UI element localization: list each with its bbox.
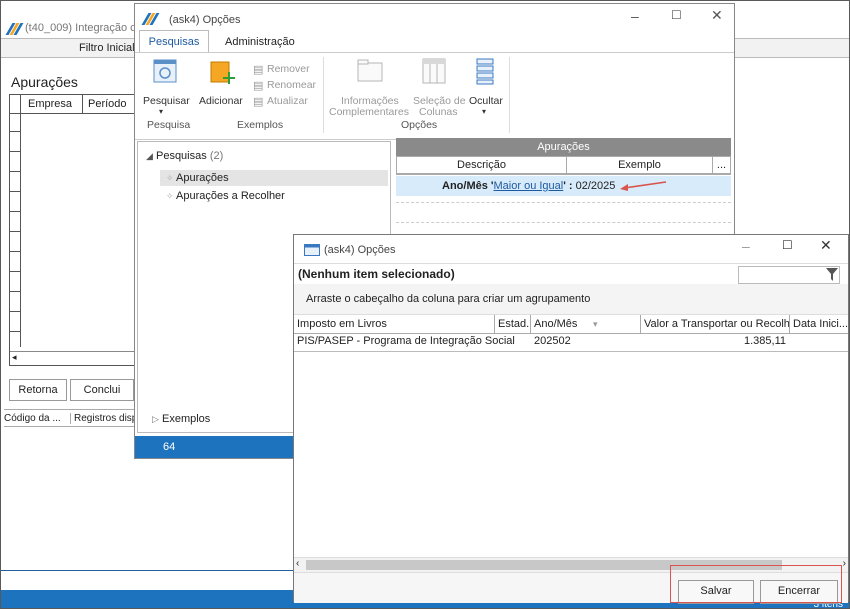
grid-window-icon — [304, 244, 320, 256]
status-value: 64 — [163, 441, 176, 453]
minimize-icon[interactable]: – — [742, 238, 750, 254]
col-valor-transportar[interactable]: Valor a Transportar ou Recolher — [641, 315, 790, 333]
filter-row[interactable]: Ano/Mês 'Maior ou Igual' : 02/2025 — [396, 176, 731, 196]
conclui-button[interactable]: Conclui — [70, 379, 134, 401]
filter-value[interactable]: 02/2025 — [576, 180, 616, 192]
close-icon[interactable]: ✕ — [820, 237, 832, 254]
opcoes-window-title: (ask4) Opções — [169, 14, 241, 26]
apuracoes-panel-header: Apurações — [396, 138, 731, 156]
maximize-icon[interactable]: ☐ — [782, 238, 793, 252]
dialog-title: (ask4) Opções — [324, 244, 396, 256]
apuracoes-grid[interactable]: Empresa Período ◂ — [9, 94, 139, 366]
ribbon: Pesquisar ▾ Adicionar ▤ Remover ▤ Renome… — [135, 52, 734, 140]
close-icon[interactable]: ✕ — [711, 7, 723, 24]
app-logo-icon — [141, 13, 160, 25]
rename-icon: ▤ — [253, 80, 264, 92]
columns-icon — [422, 58, 446, 84]
folder-icon — [357, 59, 383, 82]
scroll-left-icon[interactable]: ‹ — [296, 558, 299, 569]
retorna-button[interactable]: Retorna — [9, 379, 67, 401]
col-more-button[interactable]: ... — [712, 156, 731, 174]
group-pesquisa: Pesquisa — [147, 119, 191, 131]
grid-horizontal-scrollbar[interactable]: ◂ — [10, 351, 138, 366]
cell-valor: 1.385,11 — [743, 335, 786, 347]
sort-chevron-icon: ▾ — [593, 319, 598, 329]
back-status-bar: Código da ... Registros disp — [4, 409, 144, 427]
grid-header: Empresa Período — [10, 95, 138, 114]
col-estado[interactable]: Estad... — [495, 315, 531, 333]
remove-icon: ▤ — [253, 64, 264, 76]
filter-operator-link[interactable]: Maior ou Igual — [494, 180, 564, 192]
apuracoes-heading: Apurações — [11, 74, 78, 90]
tree-leaf-icon: ✧ — [166, 173, 174, 183]
collapsed-triangle-icon: ▷ — [152, 414, 159, 424]
opcoes-dialog: (ask4) Opções – ☐ ✕ (Nenhum item selecio… — [293, 234, 849, 604]
search-window-icon — [153, 59, 177, 83]
scroll-left-icon[interactable]: ◂ — [12, 352, 17, 363]
cell-ano-mes: 202502 — [534, 335, 571, 347]
app-logo-icon — [5, 23, 24, 35]
dialog-header: (Nenhum item selecionado) — [294, 263, 848, 285]
maximize-icon[interactable]: ☐ — [671, 8, 682, 22]
selection-status: (Nenhum item selecionado) — [298, 267, 455, 281]
apuracoes-panel-columns: Descrição Exemplo ... — [396, 156, 731, 175]
group-hint-text: Arraste o cabeçalho da coluna para criar… — [306, 293, 591, 305]
col-ano-mes[interactable]: Ano/Mês ▾ — [531, 315, 641, 333]
tree-leaf-icon: ✧ — [166, 191, 174, 201]
tree-item-apuracoes[interactable]: ✧ Apurações — [166, 172, 229, 184]
back-window-title: (t40_009) Integração com — [25, 22, 151, 34]
filter-label[interactable]: Filtro Inicial — [79, 42, 135, 54]
group-opcoes: Opções — [401, 119, 438, 131]
filter-prefix: Ano/Mês ' — [442, 180, 494, 192]
chevron-down-icon: ▾ — [159, 107, 164, 116]
tree-item-exemplos[interactable]: ▷ Exemplos — [152, 413, 210, 425]
status-registros: Registros disp — [70, 413, 137, 424]
minimize-icon[interactable]: – — [631, 8, 639, 24]
refresh-icon: ▤ — [253, 96, 264, 108]
tree-root[interactable]: ◢ Pesquisas (2) — [146, 150, 223, 162]
col-descricao[interactable]: Descrição — [396, 156, 567, 174]
group-exemplos: Exemplos — [237, 119, 284, 131]
scroll-right-icon[interactable]: › — [843, 558, 846, 569]
group-by-area[interactable]: Arraste o cabeçalho da coluna para criar… — [294, 284, 848, 315]
annotation-highlight-box — [670, 565, 842, 603]
filter-icon[interactable] — [826, 268, 838, 281]
apuracoes-panel: Apurações Descrição Exemplo ... Ano/Mês … — [396, 138, 734, 238]
cell-imposto: PIS/PASEP - Programa de Integração Socia… — [297, 335, 515, 347]
filter-suffix: ' : — [563, 180, 576, 192]
col-data-inicio[interactable]: Data Inici... — [790, 315, 848, 333]
grid-row-indicator — [20, 95, 21, 347]
chevron-down-icon: ▾ — [482, 107, 487, 116]
hide-list-icon — [476, 58, 494, 85]
filter-input[interactable] — [738, 266, 840, 284]
col-imposto-em-livros[interactable]: Imposto em Livros — [294, 315, 495, 333]
expanded-triangle-icon: ◢ — [146, 151, 153, 161]
status-codigo: Código da ... — [4, 413, 61, 424]
red-arrow-annotation-icon — [620, 181, 667, 191]
col-exemplo[interactable]: Exemplo — [566, 156, 713, 174]
tree-item-apuracoes-a-recolher[interactable]: ✧ Apurações a Recolher — [166, 190, 285, 202]
tab-pesquisas[interactable]: Pesquisas — [139, 30, 209, 53]
add-icon — [210, 61, 235, 84]
col-periodo[interactable]: Período — [88, 98, 127, 110]
tab-administracao[interactable]: Administração — [225, 36, 295, 48]
col-empresa[interactable]: Empresa — [28, 98, 72, 110]
